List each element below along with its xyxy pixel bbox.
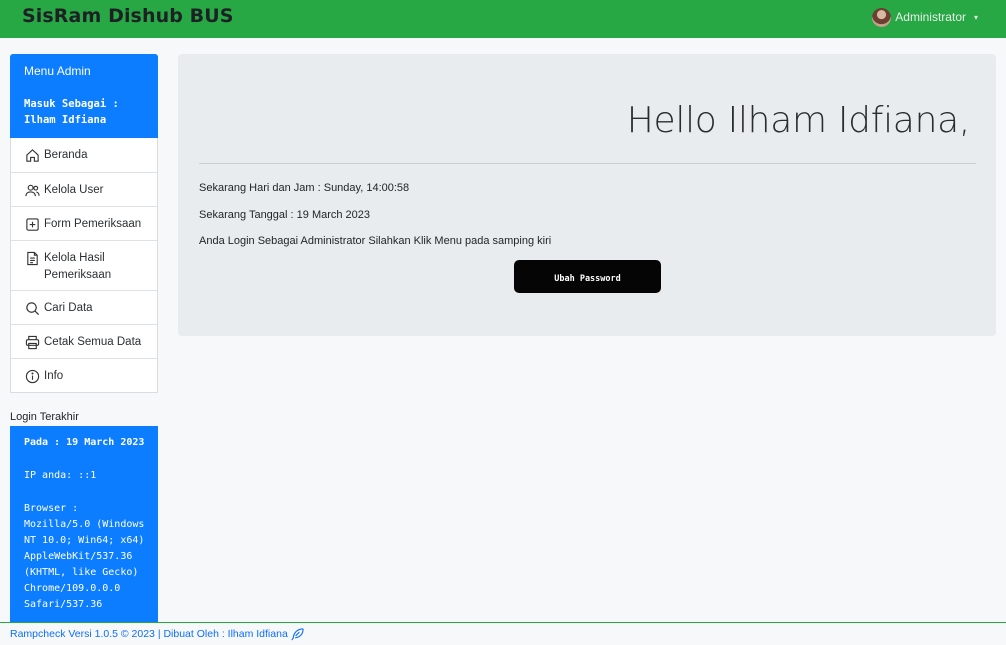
- sidebar-item-label: Beranda: [44, 149, 88, 161]
- change-password-button[interactable]: Ubah Password: [514, 260, 661, 293]
- sidebar: Menu Admin Masuk Sebagai : Ilham Idfiana…: [10, 54, 158, 393]
- divider: [199, 163, 976, 164]
- sidebar-item-label: Kelola User: [44, 184, 104, 196]
- logged-as-name: Ilham Idfiana: [24, 114, 107, 126]
- file-text-icon: [27, 251, 38, 266]
- current-time-text: Sekarang Hari dan Jam : Sunday, 14:00:58: [199, 182, 410, 194]
- info-icon: [25, 369, 40, 384]
- sidebar-item-kelola-user[interactable]: Kelola User: [11, 172, 157, 206]
- house-icon: [26, 149, 39, 162]
- welcome-panel: Hello Ilham Idfiana, Sekarang Hari dan J…: [178, 54, 996, 336]
- sidebar-item-label: Form Pemeriksaan: [44, 218, 142, 230]
- sidebar-item-beranda[interactable]: Beranda: [11, 138, 157, 172]
- printer-icon: [25, 335, 40, 350]
- sidebar-item-cetak-semua[interactable]: Cetak Semua Data: [11, 324, 157, 358]
- logged-in-as: Masuk Sebagai : Ilham Idfiana: [24, 96, 144, 128]
- users-icon: [25, 184, 40, 197]
- last-login-box: Pada : 19 March 2023 IP anda: ::1 Browse…: [10, 426, 158, 622]
- search-icon: [26, 302, 40, 316]
- footer: Rampcheck Versi 1.0.5 © 2023 | Dibuat Ol…: [0, 622, 1006, 645]
- user-dropdown[interactable]: Administrator ▾: [872, 7, 978, 27]
- feather-icon: [291, 627, 304, 640]
- login-info-text: Anda Login Sebagai Administrator Silahka…: [199, 235, 552, 247]
- sidebar-item-form-pemeriksaan[interactable]: Form Pemeriksaan: [11, 206, 157, 240]
- sidebar-item-cari-data[interactable]: Cari Data: [11, 290, 157, 324]
- app-brand[interactable]: SisRam Dishub BUS: [22, 5, 234, 27]
- footer-text[interactable]: Rampcheck Versi 1.0.5 © 2023 | Dibuat Ol…: [10, 628, 288, 640]
- user-label: Administrator: [895, 10, 966, 24]
- sidebar-menu: Beranda Kelola User Form Pemeriksaan Kel…: [10, 138, 158, 393]
- last-login-label: Login Terakhir: [10, 411, 79, 423]
- browser-value: Mozilla/5.0 (Windows NT 10.0; Win64; x64…: [24, 519, 145, 610]
- sidebar-item-label: Info: [44, 370, 64, 382]
- sidebar-item-label: Cetak Semua Data: [44, 336, 142, 348]
- sidebar-item-label: Cari Data: [44, 302, 93, 314]
- last-login-ip: IP anda: ::1: [24, 470, 97, 481]
- sidebar-title: Menu Admin: [24, 64, 91, 78]
- greeting-heading: Hello Ilham Idfiana,: [626, 100, 971, 141]
- last-login-date: Pada : 19 March 2023: [24, 437, 145, 448]
- top-navbar: SisRam Dishub BUS Administrator ▾: [0, 0, 1006, 38]
- logged-as-label: Masuk Sebagai :: [24, 98, 119, 110]
- sidebar-header: Menu Admin Masuk Sebagai : Ilham Idfiana: [10, 54, 158, 138]
- chevron-down-icon: ▾: [973, 12, 978, 22]
- sidebar-item-info[interactable]: Info: [11, 358, 157, 392]
- user-avatar: [872, 7, 892, 27]
- sidebar-item-kelola-hasil[interactable]: Kelola Hasil Pemeriksaan: [11, 240, 157, 290]
- sidebar-item-label: Kelola Hasil Pemeriksaan: [44, 252, 112, 281]
- browser-label: Browser :: [24, 503, 79, 514]
- current-date-text: Sekarang Tanggal : 19 March 2023: [199, 209, 371, 221]
- plus-square-icon: [26, 218, 39, 231]
